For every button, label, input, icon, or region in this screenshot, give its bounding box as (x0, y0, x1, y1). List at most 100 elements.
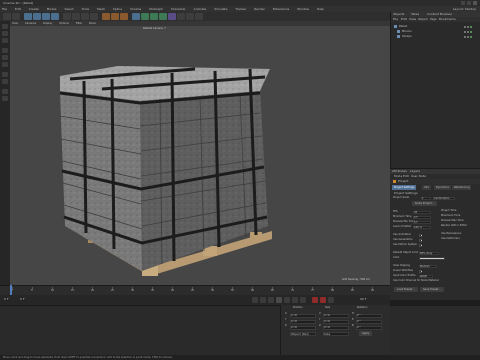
timeline-current[interactable]: 0 F (20, 298, 25, 301)
enable-axis-icon[interactable] (2, 72, 8, 77)
maximize-icon[interactable] (467, 1, 471, 5)
am-menu-mode[interactable]: Mode (394, 175, 402, 178)
go-to-end-icon[interactable] (300, 297, 306, 303)
model-mode-icon[interactable] (2, 31, 8, 36)
timeline-start[interactable]: 0 F (4, 298, 9, 301)
size-y-field[interactable]: 0 cm (323, 319, 349, 324)
tweak-icon[interactable] (2, 79, 8, 84)
tab-attributes[interactable]: Attributes (392, 170, 407, 173)
move-icon[interactable] (33, 13, 41, 20)
om-menu-file[interactable]: File (393, 18, 398, 21)
snapping-icon[interactable] (2, 89, 8, 94)
min-time-value[interactable]: 0 F (413, 215, 431, 219)
tab-layers[interactable]: Layers (410, 170, 420, 173)
next-frame-icon[interactable] (284, 297, 290, 303)
next-key-icon[interactable] (292, 297, 298, 303)
apply-button[interactable]: Apply (359, 331, 373, 336)
om-menu-bookmarks[interactable]: Bookmarks (439, 18, 456, 21)
visibility-dots[interactable] (464, 30, 476, 33)
cube-icon[interactable] (132, 13, 140, 20)
lod-value[interactable]: 100 % (413, 225, 431, 229)
input-color-value[interactable]: sRGB (419, 274, 433, 278)
playhead[interactable] (10, 285, 12, 295)
om-menu-tags[interactable]: Tags (430, 18, 437, 21)
subtab-dynamics[interactable]: Dynamics (434, 185, 451, 190)
spline-pen-icon[interactable] (141, 13, 149, 20)
make-editable-icon[interactable] (2, 24, 8, 29)
points-mode-icon[interactable] (2, 48, 8, 53)
y-axis-icon[interactable] (72, 13, 80, 20)
texture-mode-icon[interactable] (2, 38, 8, 43)
object-row[interactable]: Straps (394, 34, 478, 39)
previous-frame-icon[interactable] (268, 297, 274, 303)
use-motion-checkbox[interactable] (419, 243, 422, 247)
subtab-info[interactable]: Info (422, 185, 431, 190)
position-z-field[interactable]: 0 cm (290, 325, 316, 330)
scale-project-button[interactable]: Scale Project... (412, 201, 438, 206)
tab-objects[interactable]: Objects (393, 13, 404, 16)
view-clipping-value[interactable]: Medium (419, 264, 437, 268)
edges-mode-icon[interactable] (2, 55, 8, 60)
om-menu-edit[interactable]: Edit (401, 18, 407, 21)
live-selection-icon[interactable] (24, 13, 32, 20)
om-menu-view[interactable]: View (409, 18, 416, 21)
om-menu-object[interactable]: Object (418, 18, 428, 21)
subdivision-icon[interactable] (150, 13, 158, 20)
save-preset-button[interactable]: Save Preset... (420, 287, 444, 292)
close-icon[interactable] (473, 1, 477, 5)
fps-value[interactable]: 30 (413, 210, 431, 214)
position-x-field[interactable]: 0 cm (290, 313, 316, 318)
render-settings-icon[interactable] (120, 13, 128, 20)
viewport[interactable]: View Cameras Display Options Filter Pane… (10, 21, 390, 285)
x-axis-icon[interactable] (63, 13, 71, 20)
minimize-icon[interactable] (461, 1, 465, 5)
autokey-icon[interactable] (320, 297, 326, 303)
redo-icon[interactable] (12, 13, 20, 20)
use-animation-checkbox[interactable] (419, 233, 422, 237)
coordinate-system-icon[interactable] (90, 13, 98, 20)
material-manager[interactable] (0, 305, 480, 355)
rotation-h-field[interactable]: 0 ° (356, 313, 382, 318)
position-y-field[interactable]: 0 cm (290, 319, 316, 324)
render-view-icon[interactable] (102, 13, 110, 20)
preview-min-value[interactable]: 0 F (413, 220, 431, 224)
play-icon[interactable] (276, 297, 282, 303)
camera-icon[interactable] (186, 13, 194, 20)
subtab-project-settings[interactable]: Project Settings (392, 185, 417, 190)
deformer-icon[interactable] (168, 13, 176, 20)
default-color-value[interactable]: 80% Gray (419, 251, 439, 255)
visibility-dots[interactable] (464, 25, 476, 28)
subtab-referencing[interactable]: Referencing (452, 185, 472, 190)
tab-content-browser[interactable]: Content Browser (427, 13, 452, 16)
size-x-field[interactable]: 0 cm (323, 313, 349, 318)
use-generators-checkbox[interactable] (419, 238, 422, 242)
previous-key-icon[interactable] (260, 297, 266, 303)
cloner-icon[interactable] (159, 13, 167, 20)
workplane-icon[interactable] (2, 96, 8, 101)
rotation-b-field[interactable]: 0 ° (356, 325, 382, 330)
floor-icon[interactable] (177, 13, 185, 20)
tab-takes[interactable]: Takes (411, 13, 419, 16)
record-icon[interactable] (312, 297, 318, 303)
rotation-p-field[interactable]: 0 ° (356, 319, 382, 324)
polygons-mode-icon[interactable] (2, 62, 8, 67)
load-preset-button[interactable]: Load Preset... (394, 287, 418, 292)
rotate-icon[interactable] (51, 13, 59, 20)
visibility-dots[interactable] (464, 35, 476, 38)
light-icon[interactable] (195, 13, 203, 20)
project-scale-value[interactable]: 1 (421, 196, 431, 200)
scale-icon[interactable] (42, 13, 50, 20)
undo-icon[interactable] (3, 13, 11, 20)
timeline-end[interactable]: 90 F (360, 298, 367, 301)
color-swatch[interactable] (419, 256, 445, 260)
linear-workflow-checkbox[interactable] (419, 269, 422, 273)
z-axis-icon[interactable] (81, 13, 89, 20)
go-to-start-icon[interactable] (252, 297, 258, 303)
am-menu-edit[interactable]: Edit (403, 175, 409, 178)
am-menu-user-data[interactable]: User Data (411, 175, 426, 178)
size-mode-select[interactable]: Size (323, 332, 349, 336)
coordinate-mode-select[interactable]: Object (Rel) (290, 332, 316, 336)
pallet-model[interactable] (10, 21, 390, 285)
render-picture-viewer-icon[interactable] (111, 13, 119, 20)
keyframe-selection-icon[interactable] (328, 297, 334, 303)
